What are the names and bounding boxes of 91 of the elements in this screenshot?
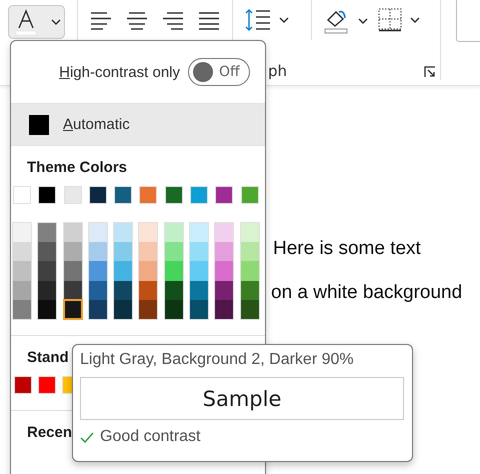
- line-spacing-button[interactable]: [245, 8, 289, 32]
- color-swatch[interactable]: [215, 223, 234, 242]
- color-swatch[interactable]: [64, 280, 82, 300]
- color-swatch[interactable]: [13, 223, 31, 242]
- color-swatch[interactable]: [215, 242, 234, 262]
- font-color-icon: [15, 9, 37, 35]
- color-swatch[interactable]: [215, 280, 234, 300]
- color-swatch[interactable]: [139, 186, 158, 204]
- color-swatch[interactable]: [190, 186, 208, 204]
- color-swatch[interactable]: [38, 300, 56, 319]
- color-swatch[interactable]: [139, 280, 158, 300]
- color-swatch[interactable]: [13, 242, 31, 262]
- caret-icon: [358, 18, 368, 24]
- color-swatch[interactable]: [13, 300, 31, 319]
- color-swatch[interactable]: [164, 261, 183, 281]
- color-swatch[interactable]: [38, 223, 56, 242]
- color-swatch[interactable]: [38, 376, 56, 394]
- document-text: on a white background: [271, 282, 464, 304]
- caret-icon: [410, 17, 420, 23]
- color-swatch[interactable]: [139, 261, 158, 281]
- color-swatch[interactable]: [88, 280, 107, 300]
- color-swatch[interactable]: [139, 300, 158, 319]
- color-swatch[interactable]: [114, 223, 132, 242]
- color-swatch[interactable]: [164, 242, 183, 262]
- color-swatch[interactable]: [88, 300, 107, 319]
- paint-bucket-icon: [324, 8, 350, 34]
- color-swatch[interactable]: [88, 186, 107, 204]
- color-swatch[interactable]: [215, 261, 234, 281]
- color-swatch[interactable]: [240, 300, 259, 319]
- color-swatch[interactable]: [14, 376, 32, 394]
- borders-button[interactable]: [378, 8, 420, 32]
- color-swatch[interactable]: [64, 300, 82, 319]
- high-contrast-toggle[interactable]: Off: [188, 58, 250, 86]
- color-swatch[interactable]: [190, 300, 208, 319]
- align-right-icon[interactable]: [162, 12, 184, 30]
- color-swatch[interactable]: [114, 186, 132, 204]
- color-swatch[interactable]: [13, 280, 31, 300]
- color-swatch[interactable]: [240, 242, 259, 262]
- color-swatch[interactable]: [190, 280, 208, 300]
- color-swatch[interactable]: [215, 186, 234, 204]
- color-swatch[interactable]: [38, 186, 56, 204]
- color-swatch[interactable]: [240, 261, 259, 281]
- color-swatch[interactable]: [64, 261, 82, 281]
- color-swatch[interactable]: [38, 242, 56, 262]
- color-swatch[interactable]: [38, 280, 56, 300]
- line-spacing-icon: [245, 8, 271, 32]
- automatic-option[interactable]: Automatic: [11, 103, 265, 146]
- color-swatch[interactable]: [114, 280, 132, 300]
- color-swatch[interactable]: [13, 261, 31, 281]
- group-label: ph: [268, 62, 288, 80]
- color-swatch[interactable]: [114, 261, 132, 281]
- color-swatch[interactable]: [88, 223, 107, 242]
- color-swatch[interactable]: [240, 186, 259, 204]
- color-swatch[interactable]: [190, 223, 208, 242]
- color-swatch[interactable]: [164, 280, 183, 300]
- align-left-icon[interactable]: [90, 12, 112, 30]
- caret-icon: [279, 17, 289, 23]
- shading-button[interactable]: [324, 8, 368, 34]
- color-swatch[interactable]: [240, 223, 259, 242]
- font-color-button[interactable]: [8, 5, 65, 39]
- borders-icon: [378, 8, 402, 32]
- section-heading: Theme Colors: [27, 159, 128, 177]
- color-swatch[interactable]: [164, 300, 183, 319]
- color-swatch[interactable]: [139, 242, 158, 262]
- color-swatch[interactable]: [190, 261, 208, 281]
- document-text: Here is some text: [273, 238, 422, 260]
- sample-preview: Sample: [80, 377, 404, 420]
- section-heading: Recen: [27, 424, 72, 442]
- dialog-launcher-icon[interactable]: [424, 66, 436, 78]
- color-swatch[interactable]: [114, 300, 132, 319]
- color-swatch[interactable]: [64, 186, 82, 204]
- high-contrast-label: High-contrast only: [59, 64, 180, 80]
- section-heading: Stand: [27, 348, 69, 367]
- tooltip-title: Light Gray, Background 2, Darker 90%: [80, 351, 355, 369]
- color-swatch[interactable]: [64, 223, 82, 242]
- color-swatch[interactable]: [88, 242, 107, 262]
- color-swatch[interactable]: [88, 261, 107, 281]
- justify-icon[interactable]: [198, 12, 220, 30]
- color-swatch[interactable]: [64, 242, 82, 262]
- color-swatch[interactable]: [114, 242, 132, 262]
- contrast-status: Good contrast: [100, 428, 200, 446]
- align-center-icon[interactable]: [126, 12, 148, 30]
- color-swatch[interactable]: [38, 261, 56, 281]
- color-swatch[interactable]: [164, 186, 183, 204]
- caret-icon: [51, 19, 61, 25]
- color-swatch[interactable]: [215, 300, 234, 319]
- color-swatch[interactable]: [13, 186, 31, 204]
- color-swatch[interactable]: [240, 280, 259, 300]
- color-swatch[interactable]: [139, 223, 158, 242]
- color-swatch[interactable]: [190, 242, 208, 262]
- color-swatch[interactable]: [164, 223, 183, 242]
